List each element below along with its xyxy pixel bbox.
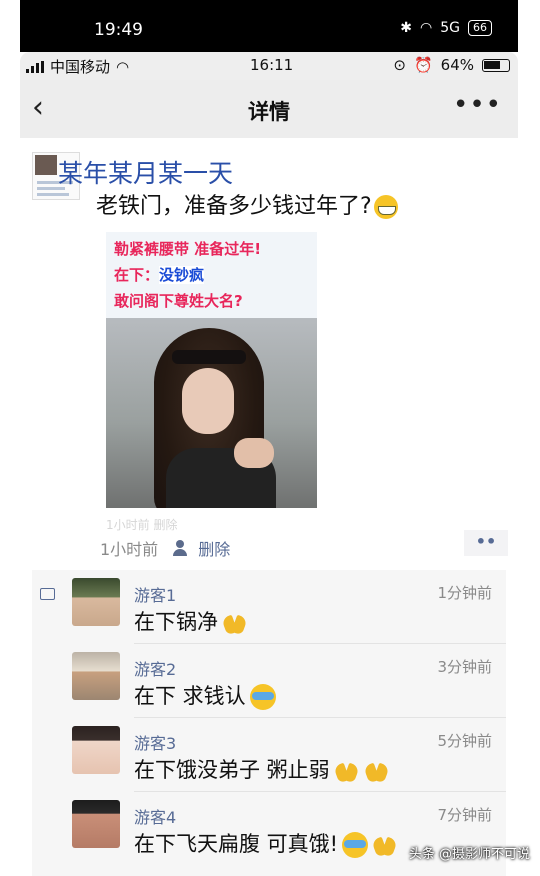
clasped-hands-icon (334, 760, 360, 782)
status-time: 16:11 (250, 56, 294, 74)
comment-author[interactable]: 游客1 (134, 582, 176, 606)
comment-item[interactable]: 游客3 5分钟前 在下饿没弟子 粥止弱 (32, 718, 506, 792)
comment-body: 在下锅净 (134, 610, 218, 634)
clasped-hands-icon (222, 612, 248, 634)
comment-text: 在下 求钱认 (134, 680, 276, 710)
delete-link[interactable]: 删除 (198, 536, 230, 560)
wifi-icon: ◠ (420, 20, 433, 36)
carrier-group: 中国移动 ◠ (26, 56, 129, 77)
clasped-hands-icon (372, 834, 398, 856)
banner-line-3: 敢问阁下尊姓大名? (114, 292, 243, 310)
avatar[interactable] (72, 578, 120, 626)
alarm-icon: ⏰ (413, 56, 433, 74)
comment-text: 在下飞天扁腹 可真饿! (134, 828, 398, 858)
nav-bar: ‹ 详情 ••• (20, 80, 518, 138)
comment-item[interactable]: 游客1 1分钟前 在下锅净 (32, 570, 506, 644)
post-time: 1小时前 (100, 540, 159, 559)
comment-item[interactable]: 游客2 3分钟前 在下 求钱认 (32, 644, 506, 718)
phone-screen: 中国移动 ◠ 16:11 ⊙ ⏰ 64% ‹ 详情 ••• 某年某月某一天 老铁… (20, 52, 518, 876)
wifi-icon: ◠ (116, 57, 130, 76)
post-text: 老铁门，准备多少钱过年了? (96, 188, 398, 220)
more-dots-icon[interactable]: ••• (453, 90, 502, 120)
grin-emoji-icon (373, 195, 398, 219)
comment-body: 在下 求钱认 (134, 684, 246, 708)
banner-highlight: 没钞疯 (159, 266, 205, 284)
crying-face-icon (342, 832, 369, 858)
comment-action-button[interactable]: •• (464, 530, 508, 556)
post-author[interactable]: 某年某月某一天 (58, 154, 233, 190)
post-body: 老铁门，准备多少钱过年了? (96, 194, 372, 219)
image-banner: 勒紧裤腰带 准备过年! 在下：没钞疯 敢问阁下尊姓大名? (106, 232, 317, 318)
battery-icon (482, 58, 510, 72)
comment-time: 1分钟前 (437, 584, 492, 602)
comment-time: 5分钟前 (437, 732, 492, 750)
comment-body: 在下饿没弟子 粥止弱 (134, 758, 330, 782)
post-image[interactable]: 勒紧裤腰带 准备过年! 在下：没钞疯 敢问阁下尊姓大名? (106, 232, 317, 508)
rotation-lock-icon: ⊙ (393, 56, 406, 74)
avatar[interactable] (72, 800, 120, 848)
comment-author[interactable]: 游客4 (134, 804, 176, 828)
carrier-name: 中国移动 (50, 58, 111, 76)
outer-status-icons: ✱ ◠ 5G 66 (400, 20, 492, 36)
comment-text: 在下锅净 (134, 606, 248, 636)
comment-text: 在下饿没弟子 粥止弱 (134, 754, 390, 784)
comment-author[interactable]: 游客3 (134, 730, 176, 754)
crying-face-icon (249, 684, 276, 710)
comment-body: 在下飞天扁腹 可真饿! (134, 832, 339, 856)
page-title: 详情 (248, 100, 290, 124)
banner-line-2: 在下：没钞疯 (114, 264, 205, 285)
bluetooth-icon: ✱ (400, 20, 413, 36)
avatar[interactable] (72, 726, 120, 774)
person-icon (172, 540, 188, 556)
post-meta: 1小时前 删除 (100, 536, 230, 560)
avatar[interactable] (72, 652, 120, 700)
signal-icon (26, 60, 44, 73)
portrait-photo (106, 318, 317, 508)
status-right: ⊙ ⏰ 64% (393, 56, 510, 74)
battery-percent: 64% (440, 56, 474, 74)
banner-line-2-prefix: 在下： (114, 266, 160, 284)
avatar-photo (35, 155, 57, 175)
faded-meta: 1小时前 删除 (106, 518, 178, 532)
clasped-hands-icon (364, 760, 390, 782)
status-bar: 中国移动 ◠ 16:11 ⊙ ⏰ 64% (20, 52, 518, 80)
battery-icon: 66 (468, 20, 492, 36)
watermark: 头条 @摄影师不可说 (408, 847, 530, 862)
post-detail: 某年某月某一天 老铁门，准备多少钱过年了? 勒紧裤腰带 准备过年! 在下：没钞疯… (20, 138, 518, 876)
comment-time: 3分钟前 (437, 658, 492, 676)
outer-status-bar: 19:49 ✱ ◠ 5G 66 (20, 0, 518, 52)
comment-time: 7分钟前 (437, 806, 492, 824)
outer-clock: 19:49 (94, 20, 143, 40)
comment-author[interactable]: 游客2 (134, 656, 176, 680)
comment-list: 游客1 1分钟前 在下锅净 游客2 3分钟前 在下 求钱认 游客3 5分钟前 在… (32, 570, 506, 876)
network-label: 5G (440, 20, 460, 36)
banner-line-1: 勒紧裤腰带 准备过年! (114, 240, 262, 258)
